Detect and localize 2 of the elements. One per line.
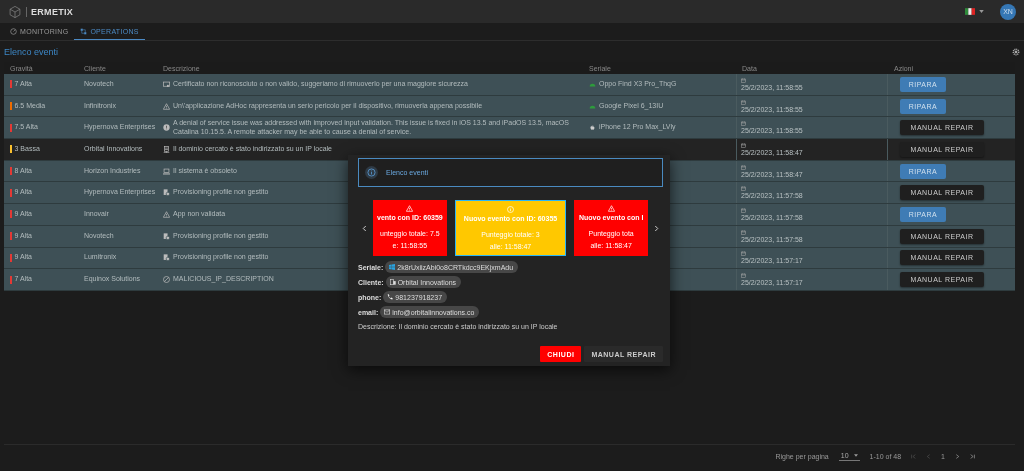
page-title: Elenco eventi [4,46,59,57]
brand-logo: ERMETIX [26,6,74,17]
